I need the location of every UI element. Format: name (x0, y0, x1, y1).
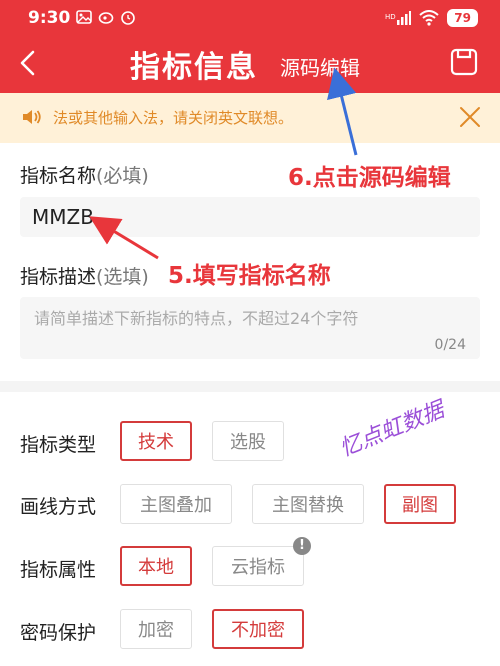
indicator-name-input[interactable]: MMZB (20, 197, 480, 237)
attribute-option-cloud[interactable]: 云指标 (212, 546, 304, 586)
type-option-stock[interactable]: 选股 (212, 421, 284, 461)
desc-label-text: 指标描述 (20, 266, 97, 288)
source-edit-button[interactable]: 源码编辑 (280, 52, 360, 81)
status-icons-left (76, 9, 136, 25)
tip-banner: 法或其他输入法，请关闭英文联想。 (0, 93, 500, 143)
back-arrow-icon[interactable] (14, 48, 44, 78)
attribute-option-local[interactable]: 本地 (120, 546, 192, 586)
speaker-icon (23, 110, 41, 124)
type-option-tech[interactable]: 技术 (120, 421, 192, 461)
name-label-text: 指标名称 (20, 165, 97, 187)
status-time: 9:30 (28, 8, 71, 28)
save-icon[interactable] (450, 48, 478, 76)
drawing-option-overlay[interactable]: 主图叠加 (120, 484, 232, 524)
attribute-label: 指标属性 (20, 559, 97, 581)
wifi-icon (419, 10, 439, 26)
name-label: 指标名称(必填) (20, 161, 149, 188)
annotation-step6: 6.点击源码编辑 (288, 165, 451, 191)
image-icon (76, 10, 92, 24)
desc-char-count: 0/24 (434, 337, 466, 353)
password-option-no-encrypt[interactable]: 不加密 (212, 609, 304, 649)
info-icon[interactable]: ! (293, 537, 311, 555)
battery-indicator: 79 (447, 9, 478, 27)
signal-icon: HD (385, 11, 412, 25)
weibo-icon (98, 12, 114, 24)
desc-label-hint: (选填) (96, 266, 149, 288)
desc-placeholder: 请简单描述下新指标的特点，不超过24个字符 (34, 309, 359, 328)
app-header: 9:30 HD 79 指标信息 源码编辑 (0, 0, 500, 93)
password-option-encrypt[interactable]: 加密 (120, 609, 192, 649)
banner-text: 法或其他输入法，请关闭英文联想。 (53, 109, 294, 127)
svg-text:HD: HD (385, 13, 396, 21)
drawing-label: 画线方式 (20, 496, 97, 518)
annotation-step5: 5.填写指标名称 (168, 263, 331, 289)
alarm-icon (121, 11, 135, 25)
drawing-option-subchart[interactable]: 副图 (384, 484, 456, 524)
status-icons-right: HD 79 (385, 9, 478, 27)
type-label: 指标类型 (20, 434, 97, 456)
name-label-hint: (必填) (96, 165, 149, 187)
page-title: 指标信息 (130, 50, 258, 85)
desc-label: 指标描述(选填) (20, 262, 149, 289)
indicator-desc-input[interactable]: 请简单描述下新指标的特点，不超过24个字符 0/24 (20, 297, 480, 359)
drawing-option-replace[interactable]: 主图替换 (252, 484, 364, 524)
password-label: 密码保护 (20, 622, 97, 644)
close-icon[interactable] (458, 105, 482, 129)
